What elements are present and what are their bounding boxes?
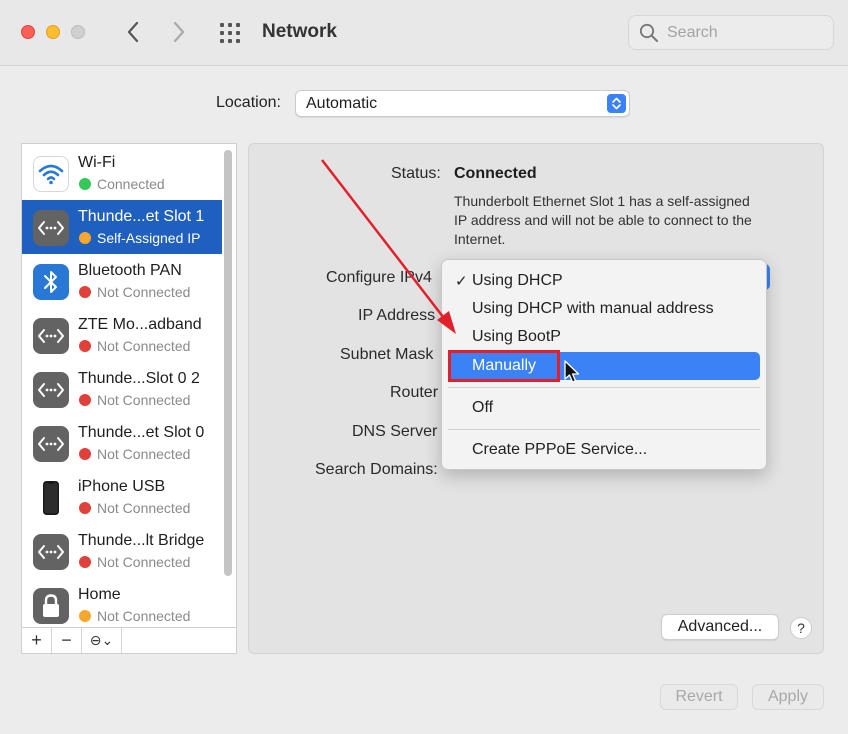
apply-button[interactable]: Apply: [752, 684, 824, 710]
mouse-cursor-icon: [564, 360, 580, 383]
help-button[interactable]: ?: [790, 617, 812, 639]
advanced-button[interactable]: Advanced...: [661, 614, 779, 640]
network-preferences-window: Network Location: Automatic Wi-Fi Connec…: [0, 0, 848, 734]
revert-button[interactable]: Revert: [660, 684, 738, 710]
